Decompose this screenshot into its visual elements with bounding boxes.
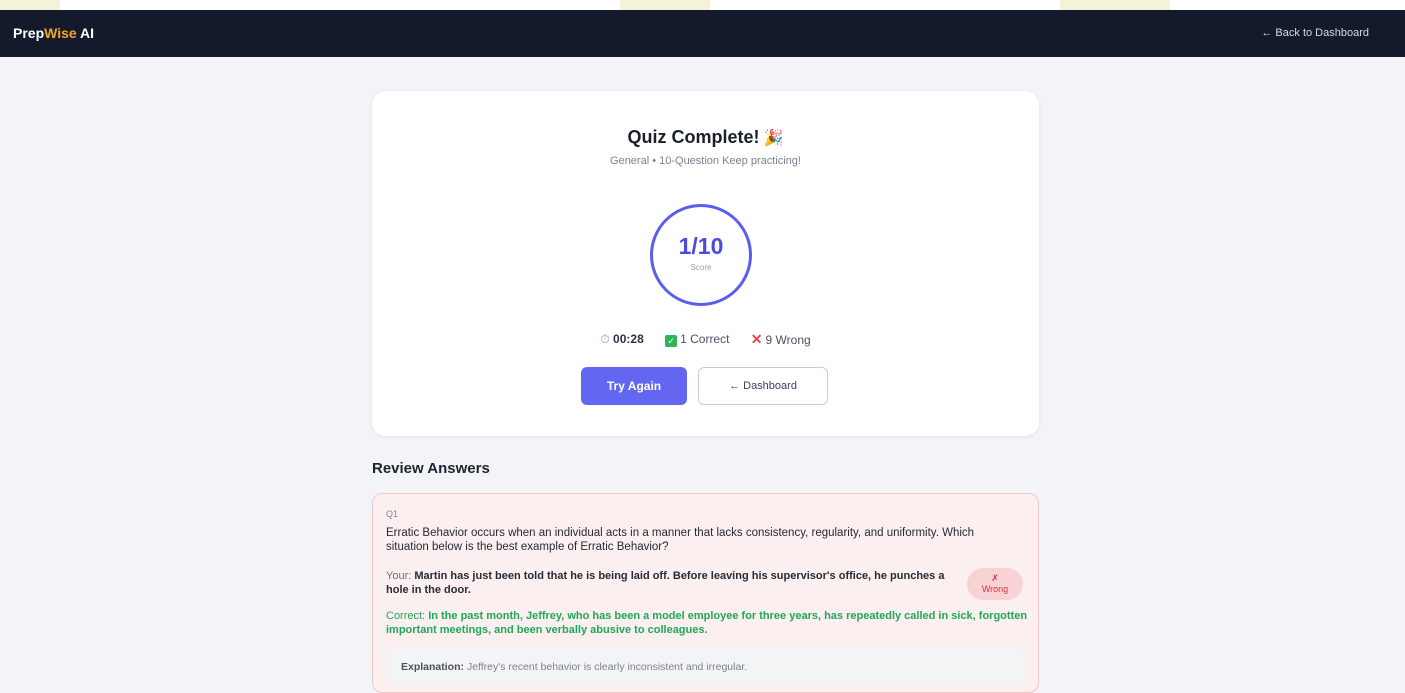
wrong-status-badge: ✗ Wrong bbox=[967, 568, 1023, 600]
result-subtitle: General • 10-Question Keep practicing! bbox=[610, 155, 801, 167]
time-value: 00:28 bbox=[613, 332, 644, 346]
result-title-text: Quiz Complete! bbox=[627, 127, 760, 147]
top-navbar: PrepWise AI ← Back to Dashboard bbox=[0, 10, 1405, 57]
wrong-count: 9 Wrong bbox=[765, 333, 811, 347]
your-answer-text: Martin has just been told that he is bei… bbox=[386, 570, 945, 596]
back-to-dashboard-link[interactable]: ← Back to Dashboard bbox=[1261, 27, 1369, 39]
question-text: Erratic Behavior occurs when an individu… bbox=[386, 527, 975, 553]
check-icon: ✓ bbox=[665, 335, 678, 347]
result-stats: ⏱ 00:28 ✓ 1 Correct ✕ 9 Wrong bbox=[372, 331, 1039, 348]
review-heading: Review Answers bbox=[372, 460, 490, 477]
party-popper-icon: 🎉 bbox=[763, 130, 784, 147]
x-icon: ✕ bbox=[750, 331, 763, 347]
review-item: Q1 Erratic Behavior occurs when an indiv… bbox=[372, 493, 1039, 693]
score-label: Score bbox=[690, 263, 712, 272]
correct-stat: ✓ 1 Correct bbox=[665, 332, 729, 347]
your-answer-label: Your: bbox=[386, 570, 412, 582]
correct-answer-text: In the past month, Jeffrey, who has been… bbox=[386, 610, 1028, 636]
wrong-badge-text: Wrong bbox=[981, 584, 1009, 594]
explanation-text: Jeffrey's recent behavior is clearly inc… bbox=[466, 661, 748, 673]
score-ring: 1/10 Score bbox=[650, 204, 752, 306]
question-number: Q1 bbox=[386, 509, 399, 519]
cropped-header-fragment bbox=[0, 0, 1405, 10]
try-again-button[interactable]: Try Again bbox=[581, 367, 687, 405]
explanation-label: Explanation: bbox=[401, 661, 465, 673]
correct-answer: Correct: In the past month, Jeffrey, who… bbox=[386, 609, 1031, 637]
your-answer: Your: Martin has just been told that he … bbox=[386, 569, 956, 597]
correct-count: 1 Correct bbox=[680, 332, 730, 346]
result-title: Quiz Complete! 🎉 bbox=[372, 127, 1039, 148]
wrong-badge-icon: ✗ bbox=[991, 573, 999, 583]
wrong-stat: ✕ 9 Wrong bbox=[751, 331, 811, 348]
correct-answer-label: Correct: bbox=[386, 610, 426, 622]
quiz-result-card: Quiz Complete! 🎉 General • 10-Question Ke… bbox=[372, 91, 1039, 436]
timer-icon: ⏱ bbox=[600, 332, 610, 346]
explanation: Explanation: Jeffrey's recent behavior i… bbox=[401, 661, 747, 673]
brand-logo[interactable]: PrepWise AI bbox=[13, 25, 94, 41]
dashboard-button[interactable]: ← Dashboard bbox=[698, 367, 828, 405]
score-value: 1/10 bbox=[678, 233, 724, 259]
explanation-box: Explanation: Jeffrey's recent behavior i… bbox=[386, 649, 1024, 685]
time-stat: ⏱ 00:28 bbox=[600, 332, 643, 347]
